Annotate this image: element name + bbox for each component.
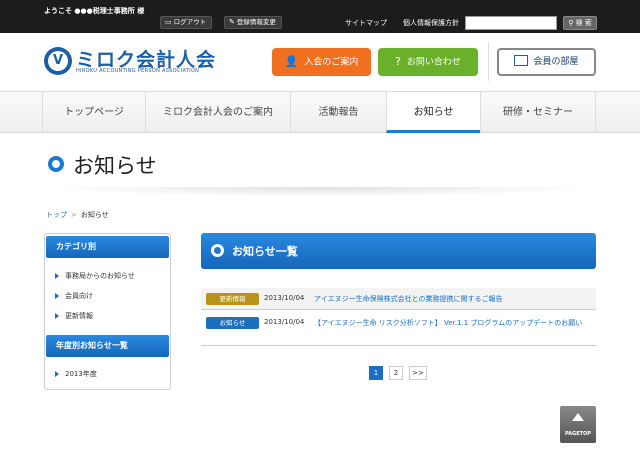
breadcrumb-home[interactable]: トップ: [46, 211, 67, 219]
title-shadow: [44, 187, 596, 197]
page-title: お知らせ: [73, 154, 157, 178]
welcome-text: ようこそ ●●●税理士事務所 様: [44, 7, 145, 15]
category-badge: お知らせ: [206, 317, 259, 329]
up-arrow-icon: [572, 413, 584, 421]
news-title-link[interactable]: 【アイエヌジー生命 リスク分析ソフト】 Ver.1.1 プログラムのアップデート…: [314, 318, 589, 328]
page-link-2[interactable]: 2: [389, 366, 403, 380]
pagetop-button[interactable]: PAGETOP: [560, 406, 596, 443]
breadcrumb: トップ > お知らせ: [46, 210, 109, 220]
sidebar-item-office-news[interactable]: 事務局からのお知らせ: [55, 271, 135, 281]
privacy-policy-link[interactable]: 個人情報保護方針: [403, 18, 459, 28]
search-input[interactable]: [465, 16, 557, 30]
news-date: 2013/10/04: [264, 318, 305, 326]
sidebar: カテゴリ別 事務局からのお知らせ 会員向け 更新情報 年度別お知らせ一覧 201…: [44, 233, 171, 390]
logo-subtitle: HIROKU ACCOUNTING PERSON ASSOCIATION: [76, 68, 200, 74]
news-row: 更新情報 2013/10/04 アイエヌジー生命保険株式会社との業務提携に関する…: [201, 288, 596, 310]
person-icon: 👤: [284, 55, 299, 68]
id-card-icon: [514, 55, 529, 66]
question-icon: ?: [395, 55, 401, 68]
news-title-link[interactable]: アイエヌジー生命保険株式会社との業務提携に関するご報告: [314, 294, 589, 304]
join-guide-button[interactable]: 👤 入会のご案内: [272, 48, 371, 76]
contact-button[interactable]: ? お問い合わせ: [378, 48, 478, 76]
sidebar-item-members[interactable]: 会員向け: [55, 291, 93, 301]
sitemap-link[interactable]: サイトマップ: [345, 18, 387, 28]
news-list-header: お知らせ一覧: [201, 233, 596, 269]
news-list-title: お知らせ一覧: [232, 245, 298, 258]
sidebar-item-updates[interactable]: 更新情報: [55, 311, 93, 321]
member-room-button[interactable]: 会員の部屋: [497, 48, 596, 76]
nav-item-seminar[interactable]: 研修・セミナー: [480, 92, 596, 133]
logout-button[interactable]: ▭ ログアウト: [160, 16, 213, 29]
sidebar-yearly-title: 年度別お知らせ一覧: [46, 335, 169, 357]
global-nav: トップページ ミロク会計人会のご案内 活動報告 お知らせ 研修・セミナー: [0, 91, 640, 133]
sidebar-category-title: カテゴリ別: [46, 236, 169, 258]
search-button[interactable]: ⚲ 検 索: [563, 16, 597, 30]
heading-ring-icon: [211, 244, 224, 257]
news-date: 2013/10/04: [264, 294, 305, 302]
top-bar: ようこそ ●●●税理士事務所 様 ▭ ログアウト ✎ 登録情報変更 サイトマップ 個…: [0, 0, 640, 33]
monitor-icon: ▭: [165, 18, 172, 26]
breadcrumb-separator: >: [71, 211, 77, 219]
pencil-icon: ✎: [229, 18, 235, 26]
page-next-link[interactable]: >>: [409, 366, 427, 380]
nav-item-about[interactable]: ミロク会計人会のご案内: [145, 92, 290, 133]
triangle-icon: [55, 293, 59, 299]
header-divider: [488, 43, 489, 81]
triangle-icon: [55, 313, 59, 319]
nav-item-top[interactable]: トップページ: [42, 92, 145, 133]
triangle-icon: [55, 371, 59, 377]
category-badge: 更新情報: [206, 293, 259, 305]
logo-icon[interactable]: V: [44, 47, 72, 75]
triangle-icon: [55, 273, 59, 279]
breadcrumb-current: お知らせ: [80, 211, 109, 219]
page-link-1[interactable]: 1: [369, 366, 383, 380]
pagetop-label: PAGETOP: [565, 431, 591, 437]
profile-edit-button[interactable]: ✎ 登録情報変更: [224, 16, 282, 29]
news-row: お知らせ 2013/10/04 【アイエヌジー生命 リスク分析ソフト】 Ver.…: [201, 312, 596, 346]
nav-item-news[interactable]: お知らせ: [386, 92, 480, 133]
search-icon: ⚲: [568, 19, 574, 27]
title-ring-icon: [48, 156, 64, 172]
sidebar-item-2013[interactable]: 2013年度: [55, 369, 97, 379]
nav-item-activity[interactable]: 活動報告: [290, 92, 386, 133]
